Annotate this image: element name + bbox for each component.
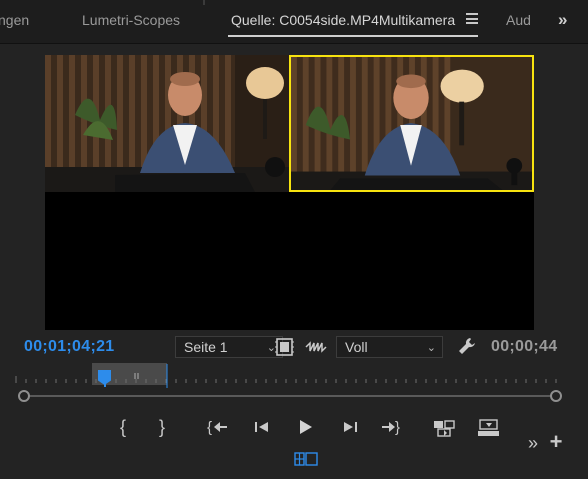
panel-tab-bar: ngen Lumetri-Scopes Quelle: C0054side.MP… [0, 0, 588, 44]
tab-effects[interactable]: ngen [0, 12, 29, 28]
film-strip-icon[interactable] [274, 337, 296, 357]
multicam-toggle-icon[interactable] [294, 452, 318, 466]
playhead-line [104, 377, 106, 387]
mark-out-icon[interactable]: } [149, 414, 175, 440]
svg-text:{: { [207, 419, 212, 435]
time-ruler[interactable] [12, 364, 575, 390]
page-select[interactable]: Seite 1 ⌄ [175, 336, 283, 358]
go-to-in-icon[interactable]: { [205, 414, 231, 440]
chevron-down-icon: ⌄ [426, 342, 436, 354]
step-forward-icon[interactable] [337, 414, 363, 440]
zoom-scrollbar-track[interactable] [24, 395, 556, 397]
tab-audio[interactable]: Aud [506, 12, 531, 28]
wrench-icon[interactable] [457, 336, 477, 356]
page-select-value: Seite 1 [184, 339, 228, 355]
current-timecode[interactable]: 00;01;04;21 [24, 338, 114, 356]
active-tab-indicator [228, 35, 478, 37]
tab-source-monitor[interactable]: Quelle: C0054side.MP4Multikamera [231, 12, 455, 28]
tab-lumetri-scopes[interactable]: Lumetri-Scopes [82, 12, 180, 28]
double-chevron-right-icon[interactable]: » [558, 10, 568, 30]
zoom-select[interactable]: Voll ⌄ [336, 336, 443, 358]
go-to-out-icon[interactable]: } [379, 414, 405, 440]
plus-icon[interactable]: + [543, 429, 569, 455]
step-back-icon[interactable] [249, 414, 275, 440]
svg-text:}: } [395, 419, 400, 435]
duration-timecode: 00;00;44 [491, 338, 558, 355]
play-icon[interactable] [292, 414, 318, 440]
camera-angle-1[interactable] [45, 55, 289, 192]
insert-icon[interactable] [432, 414, 458, 440]
waveform-icon[interactable] [305, 340, 327, 354]
overwrite-icon[interactable] [476, 414, 502, 440]
tab-separator [203, 0, 205, 5]
zoom-scrollbar-handle-right[interactable] [550, 390, 562, 402]
mark-in-icon[interactable]: { [110, 414, 136, 440]
zoom-scrollbar-handle-left[interactable] [18, 390, 30, 402]
camera-angle-2-active[interactable] [289, 55, 534, 192]
program-monitor-viewer[interactable] [45, 55, 534, 330]
zoom-select-value: Voll [345, 339, 368, 355]
hamburger-icon[interactable] [466, 13, 478, 24]
